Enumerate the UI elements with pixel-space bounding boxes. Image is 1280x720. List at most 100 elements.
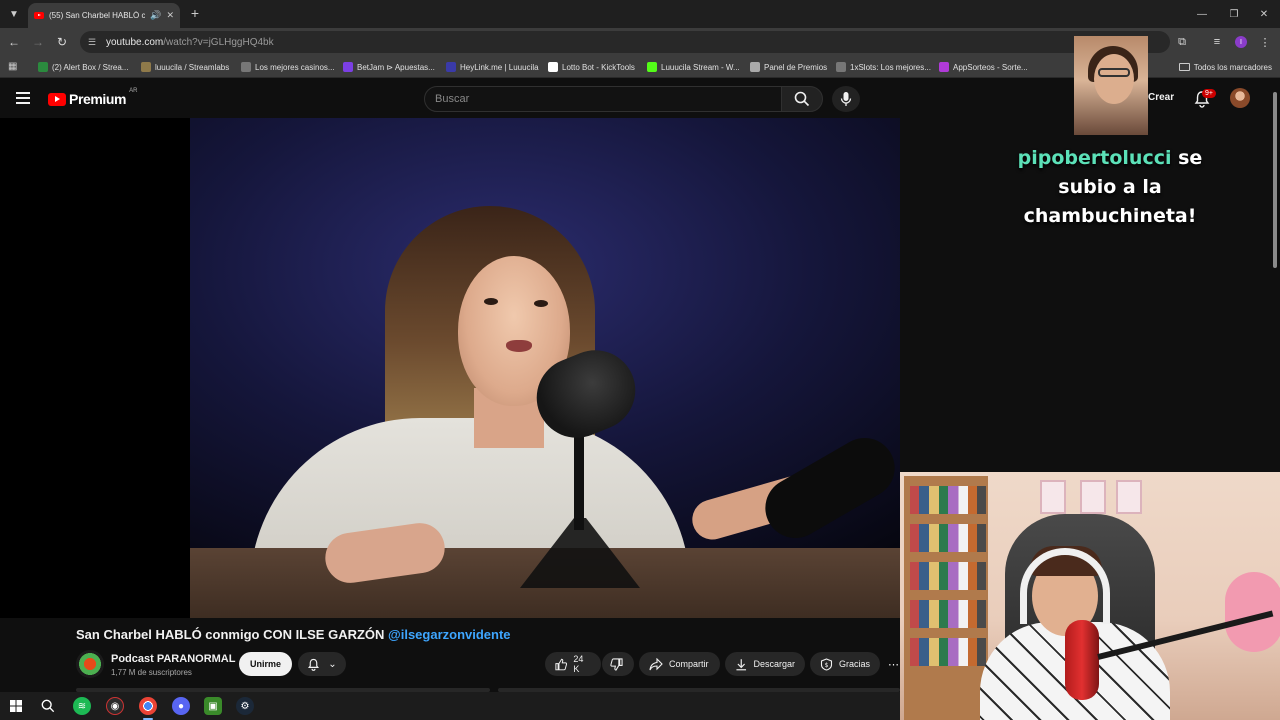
reload-icon[interactable]: ↻ — [53, 33, 71, 51]
thanks-label: Gracias — [838, 659, 870, 669]
thanks-button[interactable]: $ Gracias — [810, 652, 880, 676]
search-icon[interactable] — [39, 697, 57, 715]
search-button[interactable] — [781, 86, 823, 112]
like-button[interactable]: 24 K — [545, 652, 601, 676]
search-icon — [794, 91, 810, 107]
bookmark-favicon-icon — [939, 62, 949, 72]
donation-alert: pipobertolucci se subio a la chambuchine… — [1000, 144, 1220, 231]
webcam-books — [910, 524, 986, 552]
webcam-books — [910, 562, 986, 590]
webcam-wall-frame — [1116, 480, 1142, 514]
minecraft-icon[interactable]: ▣ — [204, 697, 222, 715]
join-button[interactable]: Unirme — [239, 652, 292, 676]
windows-start-icon[interactable] — [7, 697, 25, 715]
bookmark-label: AppSorteos - Sorte... — [953, 62, 1028, 72]
dislike-button[interactable] — [602, 652, 634, 676]
screen: ▼ (55) San Charbel HABLÓ co 🔊 ✕ + — ❐ ✕ … — [0, 0, 1280, 720]
bookmark-favicon-icon — [446, 62, 456, 72]
video-title-mention[interactable]: @ilsegarzonvidente — [388, 627, 510, 642]
video-player[interactable] — [0, 118, 900, 618]
all-bookmarks-button[interactable]: Todos los marcadores — [1178, 60, 1272, 74]
account-avatar[interactable] — [1230, 88, 1250, 108]
download-icon — [736, 658, 747, 670]
webcam-books — [910, 638, 986, 666]
bookmark-item[interactable]: (2) Alert Box / Strea... — [38, 60, 128, 74]
bookmark-item[interactable]: AppSorteos - Sorte... — [939, 60, 1028, 74]
url-host: youtube.com — [106, 36, 164, 48]
voice-search-button[interactable] — [832, 86, 860, 112]
chevron-down-icon: ⌄ — [328, 658, 337, 670]
bookmark-item[interactable]: Panel de Premios — [750, 60, 827, 74]
bookmark-item[interactable]: Luuucila Stream - W... — [647, 60, 740, 74]
restore-icon[interactable]: ❐ — [1218, 0, 1250, 28]
site-info-icon[interactable]: ☰ — [86, 36, 98, 48]
create-button[interactable]: Crear — [1148, 92, 1174, 103]
more-actions-icon[interactable]: ⋯ — [888, 652, 900, 676]
browser-menu-icon[interactable]: ⋮ — [1256, 33, 1274, 51]
back-arrow-icon[interactable]: ← — [5, 33, 23, 51]
address-bar[interactable]: ☰ youtube.com/watch?v=jGLHggHQ4bk — [80, 31, 1170, 53]
logo-word: Premium — [69, 91, 127, 107]
bookmark-item[interactable]: 1xSlots: Los mejores... — [836, 60, 931, 74]
channel-name[interactable]: Podcast PARANORMAL — [111, 653, 235, 665]
close-tab-icon[interactable]: ✕ — [166, 10, 174, 21]
bookmark-item[interactable]: luuucila / Streamlabs — [141, 60, 229, 74]
bookmark-item[interactable]: BetJam ⊳ Apuestas... — [343, 60, 435, 74]
webcam-books — [910, 486, 986, 514]
bookmark-favicon-icon — [38, 62, 48, 72]
webcam-bookshelf — [904, 476, 988, 720]
browser-tab-active[interactable]: (55) San Charbel HABLÓ co 🔊 ✕ — [28, 3, 180, 28]
apps-grid-icon[interactable]: ▦ — [8, 61, 17, 72]
chrome-icon[interactable] — [139, 697, 157, 715]
forward-arrow-icon[interactable]: → — [29, 33, 47, 51]
new-tab-icon[interactable]: + — [186, 4, 204, 22]
channel-avatar[interactable] — [76, 650, 104, 678]
bookmark-label: Los mejores casinos... — [255, 62, 335, 72]
search-input[interactable]: Buscar — [424, 86, 782, 112]
bookmark-favicon-icon — [647, 62, 657, 72]
thumbs-down-icon — [610, 657, 623, 671]
extensions-icon[interactable]: ⧉ — [1173, 33, 1191, 51]
steam-icon[interactable]: ⚙ — [236, 697, 254, 715]
webcam-books — [910, 600, 986, 628]
download-button[interactable]: Descargar — [725, 652, 805, 676]
bookmark-favicon-icon — [750, 62, 760, 72]
thumbs-up-icon — [555, 658, 568, 670]
donation-text: subio a la — [1058, 176, 1162, 198]
tab-title: (55) San Charbel HABLÓ co — [49, 11, 146, 20]
bookmark-item[interactable]: Los mejores casinos... — [241, 60, 335, 74]
obs-icon[interactable]: ◉ — [106, 697, 124, 715]
bookmark-item[interactable]: Lotto Bot - KickTools — [548, 60, 635, 74]
discord-icon[interactable]: ● — [172, 697, 190, 715]
media-controls-icon[interactable]: ≡ — [1208, 33, 1226, 51]
hamburger-menu-icon[interactable] — [16, 92, 30, 104]
video-title: San Charbel HABLÓ conmigo CON ILSE GARZÓ… — [76, 627, 511, 642]
bookmark-item[interactable]: HeyLink.me | Luuucila — [446, 60, 539, 74]
small-webcam-overlay — [1074, 36, 1148, 135]
donation-text: chambuchineta! — [1023, 205, 1197, 227]
bookmark-favicon-icon — [836, 62, 846, 72]
share-button[interactable]: Compartir — [639, 652, 720, 676]
subscription-bell-button[interactable]: ⌄ — [298, 652, 346, 676]
tab-search-icon[interactable]: ▼ — [4, 4, 24, 24]
youtube-logo[interactable]: Premium AR — [48, 88, 137, 107]
spotify-icon[interactable]: ≋ — [73, 697, 91, 715]
video-frame-eye — [484, 298, 498, 305]
download-label: Descargar — [753, 659, 795, 669]
webcam-glasses — [1098, 68, 1130, 77]
speaker-icon[interactable]: 🔊 — [150, 10, 161, 21]
microphone-icon — [840, 92, 852, 106]
all-bookmarks-label: Todos los marcadores — [1193, 62, 1272, 72]
folder-icon — [1178, 63, 1190, 71]
bookmark-label: Lotto Bot - KickTools — [562, 62, 635, 72]
close-window-icon[interactable]: ✕ — [1248, 0, 1280, 28]
video-title-text: San Charbel HABLÓ conmigo CON ILSE GARZÓ… — [76, 627, 385, 642]
channel-subscribers: 1,77 M de suscriptores — [111, 668, 192, 677]
webcam-face — [1094, 54, 1134, 104]
minimize-icon[interactable]: — — [1186, 0, 1218, 28]
bookmark-favicon-icon — [343, 62, 353, 72]
video-frame-mouth — [506, 340, 532, 352]
profile-icon[interactable]: I — [1232, 33, 1250, 51]
webcam-wall-frame — [1040, 480, 1066, 514]
page-scrollbar-thumb[interactable] — [1273, 92, 1277, 268]
